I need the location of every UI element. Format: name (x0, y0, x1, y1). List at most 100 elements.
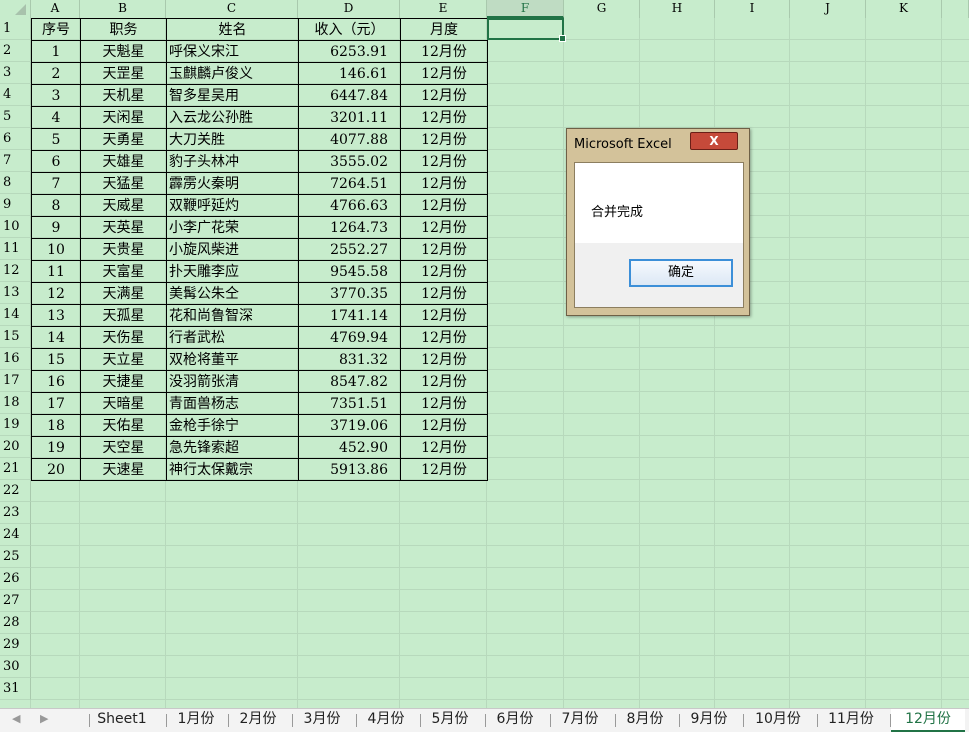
row-header[interactable]: 16 (0, 348, 31, 370)
column-title[interactable]: 姓名 (166, 18, 299, 41)
table-cell[interactable]: 19 (31, 436, 81, 459)
table-cell[interactable]: 4766.63 (298, 194, 401, 217)
sheet-tab[interactable]: 7月份 (551, 709, 609, 732)
table-cell[interactable]: 青面兽杨志 (166, 392, 299, 415)
row-header[interactable]: 11 (0, 238, 31, 260)
column-title[interactable]: 序号 (31, 18, 81, 41)
sheet-tab[interactable]: 8月份 (616, 709, 674, 732)
table-cell[interactable]: 13 (31, 304, 81, 327)
table-cell[interactable]: 18 (31, 414, 81, 437)
table-cell[interactable]: 没羽箭张清 (166, 370, 299, 393)
table-cell[interactable]: 天满星 (80, 282, 167, 305)
row-header[interactable]: 29 (0, 634, 31, 656)
table-cell[interactable]: 双鞭呼延灼 (166, 194, 299, 217)
row-header[interactable]: 31 (0, 678, 31, 700)
row-header[interactable]: 30 (0, 656, 31, 678)
table-cell[interactable]: 玉麒麟卢俊义 (166, 62, 299, 85)
row-header[interactable]: 28 (0, 612, 31, 634)
sheet-tab[interactable]: 12月份 (891, 709, 965, 732)
table-cell[interactable]: 大刀关胜 (166, 128, 299, 151)
table-cell[interactable]: 12月份 (400, 216, 488, 239)
row-header[interactable]: 6 (0, 128, 31, 150)
column-header-I[interactable]: I (715, 0, 790, 18)
row-header[interactable]: 12 (0, 260, 31, 282)
table-cell[interactable]: 7264.51 (298, 172, 401, 195)
table-cell[interactable]: 12月份 (400, 150, 488, 173)
table-cell[interactable]: 天勇星 (80, 128, 167, 151)
table-cell[interactable]: 9545.58 (298, 260, 401, 283)
table-cell[interactable]: 天猛星 (80, 172, 167, 195)
table-cell[interactable]: 小旋风柴进 (166, 238, 299, 261)
table-cell[interactable]: 16 (31, 370, 81, 393)
table-cell[interactable]: 天富星 (80, 260, 167, 283)
table-cell[interactable]: 智多星吴用 (166, 84, 299, 107)
table-cell[interactable]: 17 (31, 392, 81, 415)
table-cell[interactable]: 3770.35 (298, 282, 401, 305)
table-cell[interactable]: 12月份 (400, 436, 488, 459)
table-cell[interactable]: 12月份 (400, 348, 488, 371)
table-cell[interactable]: 天英星 (80, 216, 167, 239)
table-cell[interactable]: 7 (31, 172, 81, 195)
table-cell[interactable]: 5 (31, 128, 81, 151)
table-cell[interactable]: 天捷星 (80, 370, 167, 393)
table-cell[interactable]: 花和尚鲁智深 (166, 304, 299, 327)
column-header-C[interactable]: C (166, 0, 298, 18)
table-cell[interactable]: 8547.82 (298, 370, 401, 393)
table-cell[interactable]: 呼保义宋江 (166, 40, 299, 63)
selected-cell-F1[interactable] (487, 18, 566, 42)
table-cell[interactable]: 1741.14 (298, 304, 401, 327)
row-header[interactable]: 23 (0, 502, 31, 524)
table-cell[interactable]: 12月份 (400, 106, 488, 129)
table-cell[interactable]: 4 (31, 106, 81, 129)
row-header[interactable]: 8 (0, 172, 31, 194)
row-header[interactable]: 20 (0, 436, 31, 458)
table-cell[interactable]: 行者武松 (166, 326, 299, 349)
table-cell[interactable]: 天机星 (80, 84, 167, 107)
table-cell[interactable]: 3 (31, 84, 81, 107)
scroll-left-icon[interactable]: ◀ (12, 712, 20, 725)
table-cell[interactable]: 146.61 (298, 62, 401, 85)
table-cell[interactable]: 天佑星 (80, 414, 167, 437)
table-cell[interactable]: 霹雳火秦明 (166, 172, 299, 195)
table-cell[interactable]: 天速星 (80, 458, 167, 481)
table-cell[interactable]: 20 (31, 458, 81, 481)
sheet-tab[interactable]: 5月份 (421, 709, 479, 732)
select-all-corner[interactable] (0, 0, 31, 18)
row-header[interactable]: 24 (0, 524, 31, 546)
column-header-J[interactable]: J (790, 0, 866, 18)
column-header-B[interactable]: B (80, 0, 166, 18)
row-header[interactable]: 25 (0, 546, 31, 568)
table-cell[interactable]: 天魁星 (80, 40, 167, 63)
table-cell[interactable]: 急先锋索超 (166, 436, 299, 459)
ok-button[interactable]: 确定 (629, 259, 733, 287)
table-cell[interactable]: 12月份 (400, 172, 488, 195)
row-header[interactable]: 1 (0, 18, 31, 40)
table-cell[interactable]: 天威星 (80, 194, 167, 217)
row-header[interactable]: 9 (0, 194, 31, 216)
sheet-tab[interactable]: 1月份 (167, 709, 225, 732)
table-cell[interactable]: 天罡星 (80, 62, 167, 85)
table-cell[interactable]: 1 (31, 40, 81, 63)
table-cell[interactable]: 美髯公朱仝 (166, 282, 299, 305)
table-cell[interactable]: 3719.06 (298, 414, 401, 437)
row-header[interactable]: 17 (0, 370, 31, 392)
table-cell[interactable]: 天闲星 (80, 106, 167, 129)
table-cell[interactable]: 天立星 (80, 348, 167, 371)
column-header-G[interactable]: G (564, 0, 640, 18)
table-cell[interactable]: 4769.94 (298, 326, 401, 349)
table-cell[interactable]: 12月份 (400, 304, 488, 327)
table-cell[interactable]: 10 (31, 238, 81, 261)
scroll-right-icon[interactable]: ▶ (40, 712, 48, 725)
table-cell[interactable]: 11 (31, 260, 81, 283)
row-header[interactable]: 15 (0, 326, 31, 348)
table-cell[interactable]: 14 (31, 326, 81, 349)
table-cell[interactable]: 9 (31, 216, 81, 239)
column-title[interactable]: 职务 (80, 18, 167, 41)
table-cell[interactable]: 3555.02 (298, 150, 401, 173)
table-cell[interactable]: 15 (31, 348, 81, 371)
table-cell[interactable]: 豹子头林冲 (166, 150, 299, 173)
table-cell[interactable]: 入云龙公孙胜 (166, 106, 299, 129)
column-header-D[interactable]: D (298, 0, 400, 18)
table-cell[interactable]: 1264.73 (298, 216, 401, 239)
row-header[interactable]: 2 (0, 40, 31, 62)
